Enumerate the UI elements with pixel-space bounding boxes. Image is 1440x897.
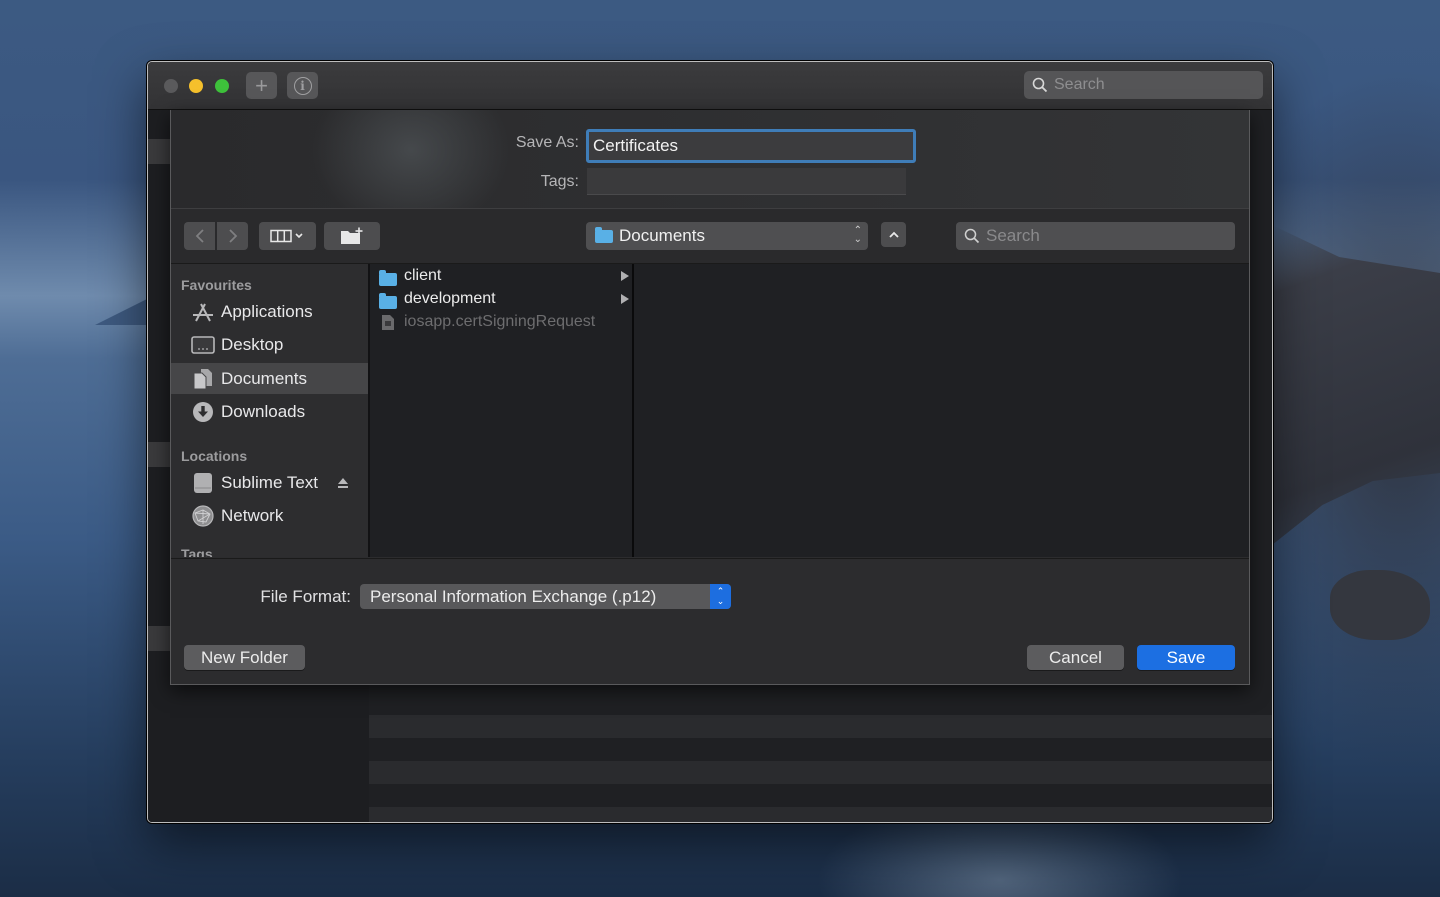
file-name: client <box>404 267 442 284</box>
new-folder-icon <box>341 227 363 244</box>
updown-chevron-icon: ⌃ ⌄ <box>853 225 862 245</box>
file-browser-empty-column <box>634 264 1249 557</box>
applications-icon <box>193 303 213 321</box>
sidebar-item-desktop[interactable]: Desktop <box>171 329 368 360</box>
background-row <box>148 139 170 164</box>
save-as-input[interactable] <box>586 129 916 163</box>
sidebar-header-tags: Tags <box>181 546 213 557</box>
file-format-value: Personal Information Exchange (.p12) <box>370 587 657 606</box>
search-icon <box>1032 77 1048 93</box>
view-mode-button[interactable] <box>259 222 316 250</box>
save-dialog-header: Save As: Tags: <box>171 110 1249 209</box>
file-row-iosapp-csr: iosapp.certSigningRequest <box>370 311 632 333</box>
window-search-placeholder: Search <box>1054 76 1105 93</box>
documents-icon <box>193 368 212 389</box>
sidebar-header-locations: Locations <box>181 448 248 464</box>
drive-icon <box>194 472 212 493</box>
plus-icon: + <box>255 72 268 98</box>
cancel-button[interactable]: Cancel <box>1027 645 1124 670</box>
sidebar-item-downloads[interactable]: Downloads <box>171 396 368 427</box>
sidebar-item-label: Documents <box>221 368 307 388</box>
search-icon <box>964 228 980 244</box>
background-list-row <box>369 715 1272 738</box>
file-format-popup[interactable]: Personal Information Exchange (.p12) ⌃ ⌄ <box>360 584 731 609</box>
file-name: iosapp.certSigningRequest <box>404 313 596 330</box>
sidebar-item-label: Desktop <box>221 334 284 354</box>
sidebar: Favourites Applications Desktop Document… <box>171 264 368 557</box>
sidebar-header-favourites: Favourites <box>181 277 252 293</box>
sidebar-item-label: Downloads <box>221 401 306 421</box>
dialog-search-placeholder: Search <box>986 226 1040 245</box>
file-browser-column: client development iosapp.certSigningReq… <box>370 264 632 557</box>
save-button[interactable]: Save <box>1137 645 1235 670</box>
background-list-row <box>369 692 1272 715</box>
desktop-wallpaper-hill <box>95 295 155 325</box>
dialog-search-field[interactable]: Search <box>956 222 1235 250</box>
chevron-up-icon <box>888 231 899 238</box>
desktop-wallpaper-cliffs <box>1272 225 1440 545</box>
app-window: + i Search Save As: Tags: <box>147 61 1273 823</box>
background-list-row <box>369 761 1272 784</box>
disclosure-arrow-icon <box>621 294 629 304</box>
sidebar-item-applications[interactable]: Applications <box>171 296 368 327</box>
sidebar-item-sublime-text[interactable]: Sublime Text <box>171 467 368 498</box>
file-format-label: File Format: <box>260 587 351 606</box>
new-folder-button[interactable]: New Folder <box>184 645 305 670</box>
new-folder-toolbar-button[interactable] <box>324 222 380 250</box>
updown-chevron-icon: ⌃ ⌄ <box>710 584 731 609</box>
expand-collapse-button[interactable] <box>881 222 906 247</box>
add-button[interactable]: + <box>246 72 277 99</box>
tags-input[interactable] <box>587 168 906 195</box>
close-window-button[interactable] <box>164 79 178 93</box>
window-titlebar: + i Search <box>148 62 1272 110</box>
file-row-development[interactable]: development <box>370 288 632 310</box>
tags-label: Tags: <box>540 173 579 190</box>
sidebar-item-label: Network <box>221 505 284 525</box>
chevron-left-icon <box>195 229 204 243</box>
sidebar-item-label: Applications <box>221 301 313 321</box>
navigation-toolbar: Documents ⌃ ⌄ Search <box>171 209 1249 264</box>
window-search-field[interactable]: Search <box>1024 71 1263 99</box>
documents-folder-icon <box>595 226 613 243</box>
info-button[interactable]: i <box>287 72 318 99</box>
background-row <box>148 442 170 467</box>
desktop-icon <box>191 335 215 354</box>
file-name: development <box>404 290 496 307</box>
desktop-wallpaper-rock <box>1330 570 1430 640</box>
network-icon <box>192 504 214 527</box>
downloads-icon <box>193 401 213 422</box>
dialog-button-bar: New Folder Cancel Save <box>171 631 1249 684</box>
eject-icon[interactable] <box>337 477 349 489</box>
file-format-row: File Format: Personal Information Exchan… <box>171 558 1249 632</box>
background-row <box>148 626 170 651</box>
maximize-window-button[interactable] <box>215 79 229 93</box>
sidebar-item-network[interactable]: Network <box>171 500 368 531</box>
sidebar-item-documents[interactable]: Documents <box>171 363 368 394</box>
forward-button[interactable] <box>217 222 248 250</box>
chevron-right-icon <box>228 229 237 243</box>
save-as-label: Save As: <box>515 134 579 151</box>
disclosure-arrow-icon <box>621 271 629 281</box>
location-popup[interactable]: Documents ⌃ ⌄ <box>586 222 868 250</box>
background-list-row <box>369 738 1272 761</box>
save-dialog: Save As: Tags: <box>170 110 1250 685</box>
info-icon: i <box>293 76 312 95</box>
document-file-icon <box>382 314 394 330</box>
folder-icon <box>379 269 397 286</box>
location-label: Documents <box>619 226 705 245</box>
column-view-icon <box>269 229 303 243</box>
background-list-row <box>369 807 1272 822</box>
file-row-client[interactable]: client <box>370 265 632 287</box>
back-button[interactable] <box>184 222 215 250</box>
folder-icon <box>379 292 397 309</box>
sidebar-item-label: Sublime Text <box>221 472 319 492</box>
minimize-window-button[interactable] <box>189 79 203 93</box>
background-list-row <box>369 784 1272 807</box>
